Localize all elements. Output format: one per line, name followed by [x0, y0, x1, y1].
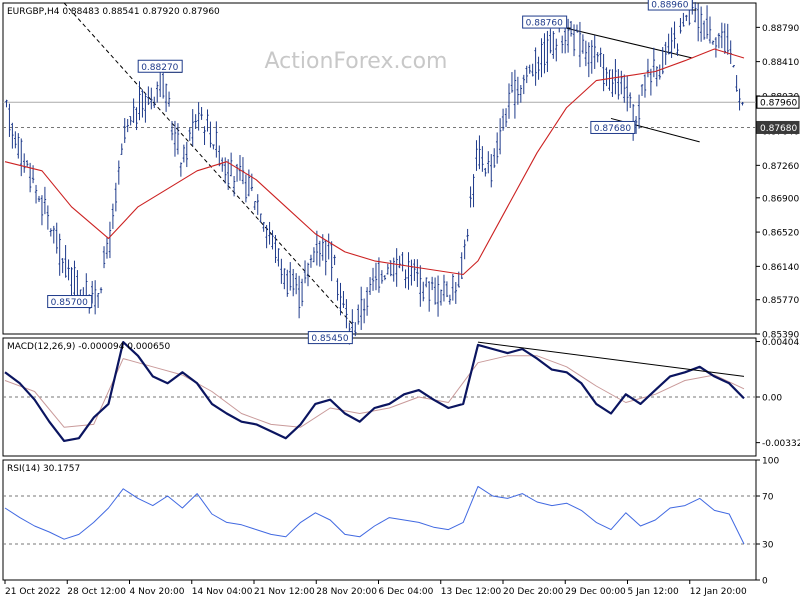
x-tick-label: 13 Dec 12:00	[441, 587, 502, 597]
trendline	[477, 341, 745, 377]
annotation-label: 0.87680	[594, 124, 631, 134]
y-tick-label: 100	[762, 457, 779, 467]
x-tick-label: 4 Nov 20:00	[130, 587, 185, 597]
y-tick-label: 0.86900	[762, 194, 799, 204]
macd-panel: 0.004042 0.00 -0.003326 MACD(12,26,9) -0.00…	[3, 338, 800, 449]
x-tick-label: 28 Nov 20:00	[316, 587, 377, 597]
chart-window: ActionForex.com 0.887900.884100.880300.8…	[0, 0, 800, 600]
x-tick-label: 14 Nov 04:00	[192, 587, 253, 597]
panel-frames	[2, 2, 757, 581]
x-tick-label: 21 Oct 2022	[5, 587, 61, 597]
x-tick-label: 12 Jan 20:00	[690, 587, 747, 597]
y-tick-label: -0.003326	[762, 439, 800, 449]
price-level-label: 0.87680	[760, 124, 797, 134]
annotation-label: 0.88270	[141, 63, 178, 73]
y-tick-label: 0.85770	[762, 296, 799, 306]
y-tick-label: 0.88410	[762, 58, 799, 68]
annotation-label: 0.88760	[526, 19, 563, 29]
panel-frame-1	[2, 337, 757, 457]
y-tick-label: 70	[762, 493, 774, 503]
annotation-label: 0.85700	[51, 298, 88, 308]
panel-title: MACD(12,26,9) -0.000094 0.000650	[7, 342, 170, 352]
y-tick-label: 0.004042	[762, 338, 800, 348]
x-tick-label: 29 Dec 00:00	[565, 587, 626, 597]
macd-line	[4, 341, 745, 442]
y-tick-label: 0.86520	[762, 229, 799, 239]
rsi-panel: 100 70 30 0 RSI(14) 30.1757	[3, 457, 779, 587]
x-tick-label: 6 Dec 04:00	[379, 587, 434, 597]
y-tick-label: 0	[762, 577, 768, 587]
x-tick-label: 20 Dec 20:00	[503, 587, 564, 597]
price-level-label: 0.87960	[760, 99, 797, 109]
time-axis: 21 Oct 2022 28 Oct 12:00 4 Nov 20:00 14 Nov…	[4, 580, 747, 597]
annotation-label: 0.88960	[651, 1, 688, 11]
x-tick-label: 5 Jan 12:00	[628, 587, 680, 597]
y-tick-label: 0.88790	[762, 24, 799, 34]
x-tick-label: 28 Oct 12:00	[67, 587, 126, 597]
y-tick-label: 0.86140	[762, 263, 799, 273]
panel-title: EURGBP,H4 0.88483 0.88541 0.87920 0.8796…	[7, 7, 220, 17]
moving-average-line	[4, 48, 745, 276]
chart-canvas: ActionForex.com 0.887900.884100.880300.8…	[2, 0, 800, 597]
y-tick-label: 0.87260	[762, 162, 799, 172]
macd-signal-line	[4, 355, 745, 428]
y-tick-label: 0.00	[762, 394, 782, 404]
panel-title: RSI(14) 30.1757	[7, 464, 80, 474]
panel-frame-2	[2, 459, 757, 581]
y-tick-label: 30	[762, 541, 774, 551]
rsi-line	[4, 485, 745, 545]
annotation-label: 0.85450	[311, 334, 348, 344]
x-tick-label: 21 Nov 12:00	[254, 587, 315, 597]
watermark: ActionForex.com	[265, 49, 448, 74]
